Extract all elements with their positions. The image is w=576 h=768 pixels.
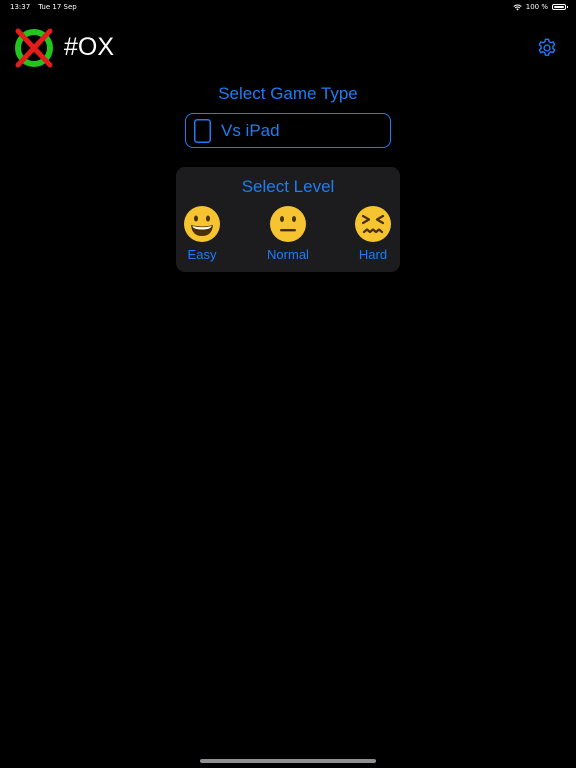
status-bar: 13:37 Tue 17 Sep 100 % (0, 0, 576, 14)
level-easy-label: Easy (187, 247, 217, 262)
game-type-button[interactable]: Vs iPad (185, 113, 391, 148)
home-indicator[interactable] (200, 759, 376, 763)
level-panel: Select Level Easy Normal Hard (176, 167, 400, 272)
level-heading: Select Level (241, 177, 335, 196)
status-right: 100 % (513, 3, 568, 11)
confounded-face-icon (355, 206, 391, 242)
screen: 13:37 Tue 17 Sep 100 % #OX Select Game T… (0, 0, 576, 768)
level-normal-label: Normal (267, 247, 309, 262)
level-easy-button[interactable]: Easy (167, 205, 237, 262)
gear-icon[interactable] (536, 37, 558, 59)
level-normal-button[interactable]: Normal (253, 205, 323, 262)
status-left: 13:37 Tue 17 Sep (10, 3, 77, 11)
game-type-label: Vs iPad (221, 120, 280, 140)
app-title: #OX (64, 33, 115, 61)
level-hard-button[interactable]: Hard (338, 205, 408, 262)
game-type-heading: Select Game Type (218, 84, 358, 103)
tablet-icon (194, 118, 211, 143)
ox-logo-icon (15, 28, 53, 68)
status-date: Tue 17 Sep (38, 3, 77, 11)
neutral-face-icon (270, 206, 306, 242)
wifi-icon (513, 4, 522, 10)
status-time: 13:37 (10, 3, 31, 11)
battery-percent: 100 % (525, 3, 548, 11)
battery-fill (554, 6, 564, 8)
level-hard-label: Hard (358, 247, 388, 262)
grinning-face-icon (184, 206, 220, 242)
battery-icon (552, 4, 568, 10)
